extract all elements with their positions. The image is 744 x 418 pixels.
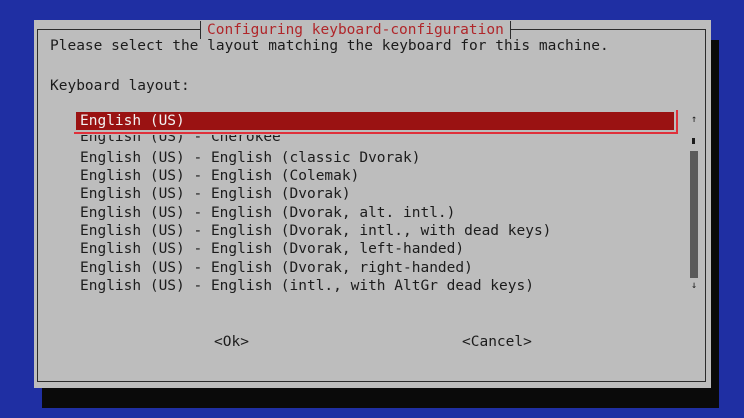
list-item-selected[interactable]: English (US)	[74, 110, 678, 134]
keyboard-layout-list[interactable]: English (US) English (US) - Cherokee Eng…	[74, 110, 694, 300]
scroll-up-arrow-icon[interactable]: ↑	[690, 115, 698, 125]
list-item[interactable]: English (US) - Cherokee	[80, 135, 281, 146]
scroll-track[interactable]	[690, 151, 698, 278]
list-item[interactable]: English (US) - English (Dvorak)	[80, 185, 351, 203]
list-item[interactable]: English (US) - English (Dvorak, left-han…	[80, 240, 464, 258]
list-scrollbar[interactable]: ↑ ↓	[690, 113, 698, 295]
keyboard-config-dialog: Configuring keyboard-configuration Pleas…	[34, 20, 711, 388]
list-item[interactable]: English (US) - English (classic Dvorak)	[80, 149, 420, 167]
dialog-title: Configuring keyboard-configuration	[200, 21, 511, 39]
dialog-prompt: Please select the layout matching the ke…	[50, 38, 609, 54]
ok-button[interactable]: <Ok>	[214, 334, 249, 350]
list-item[interactable]: English (US) - English (Dvorak, alt. int…	[80, 204, 455, 222]
scroll-down-arrow-icon[interactable]: ↓	[690, 281, 698, 291]
list-item[interactable]: English (US) - English (intl., with AltG…	[80, 277, 534, 295]
cancel-button[interactable]: <Cancel>	[462, 334, 532, 350]
scroll-position-marker	[692, 138, 695, 144]
list-item[interactable]: English (US) - English (Dvorak, intl., w…	[80, 222, 551, 240]
list-item[interactable]: English (US) - English (Colemak)	[80, 167, 359, 185]
list-item[interactable]: English (US) - English (Dvorak, right-ha…	[80, 259, 473, 277]
keyboard-layout-label: Keyboard layout:	[50, 78, 190, 94]
